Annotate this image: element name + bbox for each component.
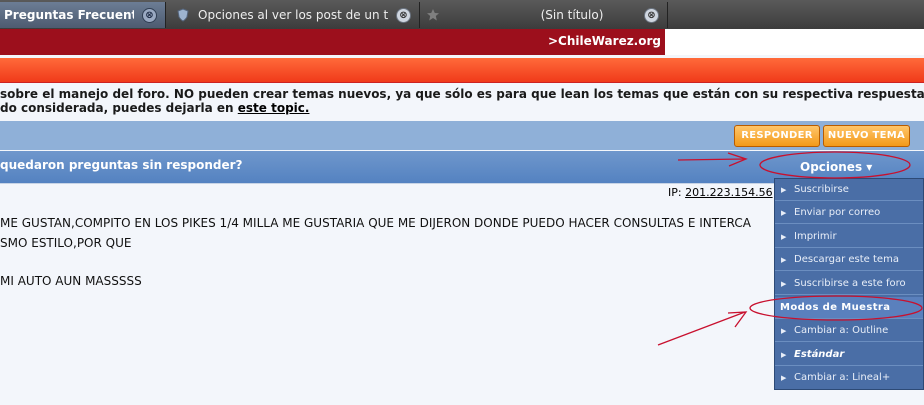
menu-item-estandar[interactable]: ▶ Estándar: [775, 344, 923, 366]
post-ip: IP: 201.223.154.56: [668, 186, 773, 199]
arrow-right-icon: ▶: [781, 186, 787, 194]
topic-controls-bar: RESPONDER NUEVO TEMA: [0, 121, 924, 150]
menu-item-imprimir[interactable]: ▶ Imprimir: [775, 226, 923, 248]
forum-nav-bar: [0, 58, 924, 83]
menu-item-label: Descargar este tema: [794, 254, 899, 265]
menu-item-enviar-por-correo[interactable]: ▶ Enviar por correo: [775, 202, 923, 224]
arrow-right-icon: ▶: [781, 280, 787, 288]
options-dropdown-button[interactable]: Opciones ▾: [800, 160, 872, 174]
arrow-right-icon: ▶: [781, 256, 787, 264]
forum-notice: sobre el manejo del foro. NO pueden crea…: [0, 84, 924, 118]
menu-item-cambiar-outline[interactable]: ▶ Cambiar a: Outline: [775, 320, 923, 342]
post-text-line-1: ME GUSTAN,COMPITO EN LOS PIKES 1/4 MILLA…: [0, 216, 752, 230]
arrow-right-icon: ▶: [781, 233, 787, 241]
arrow-right-icon: ▶: [781, 209, 787, 217]
tab-title: (Sin título): [540, 8, 604, 22]
tab-preguntas-frecuentes[interactable]: Preguntas Frecuentes ... ⊗: [0, 2, 166, 28]
menu-item-label: Estándar: [794, 349, 845, 360]
arrow-right-icon: ▶: [781, 374, 787, 382]
site-brand-bar: >ChileWarez.org: [0, 29, 665, 55]
notice-line-2: do considerada, puedes dejarla en este t…: [0, 100, 309, 116]
menu-item-descargar-tema[interactable]: ▶ Descargar este tema: [775, 249, 923, 271]
shield-icon: [176, 8, 190, 22]
menu-item-cambiar-lineal[interactable]: ▶ Cambiar a: Lineal+: [775, 367, 923, 389]
menu-item-label: Cambiar a: Outline: [794, 325, 889, 336]
options-menu: ▶ Suscribirse ▶ Enviar por correo ▶ Impr…: [774, 178, 924, 390]
arrow-right-icon: ▶: [781, 351, 787, 359]
browser-tab-bar: Preguntas Frecuentes ... ⊗ Opciones al v…: [0, 0, 924, 30]
menu-item-suscribirse-foro[interactable]: ▶ Suscribirse a este foro: [775, 273, 923, 295]
close-tab-icon[interactable]: ⊗: [396, 7, 411, 23]
reply-button[interactable]: RESPONDER: [734, 125, 820, 147]
menu-item-label: Cambiar a: Lineal+: [794, 372, 891, 383]
menu-item-suscribirse[interactable]: ▶ Suscribirse: [775, 179, 923, 201]
menu-item-label: Suscribirse a este foro: [794, 278, 906, 289]
tab-sin-titulo[interactable]: (Sin título) ⊗: [420, 2, 668, 28]
brand-bar-blank: [665, 29, 924, 55]
menu-header-modos-de-muestra: Modos de Muestra: [775, 297, 923, 319]
arrow-right-icon: ▶: [781, 327, 787, 335]
tab-title: Preguntas Frecuentes ...: [4, 8, 134, 22]
ip-label: IP:: [668, 186, 686, 199]
ip-value[interactable]: 201.223.154.56: [685, 186, 772, 199]
menu-item-label: Imprimir: [794, 231, 837, 242]
menu-item-label: Enviar por correo: [794, 207, 881, 218]
tab-title: Opciones al ver los post de un t...: [198, 8, 388, 22]
brand-link[interactable]: >ChileWarez.org: [548, 34, 661, 48]
post-text-line-3: MI AUTO AUN MASSSSS: [0, 274, 142, 288]
tab-opciones-post[interactable]: Opciones al ver los post de un t... ⊗: [170, 2, 420, 28]
star-icon: [426, 8, 440, 22]
close-tab-icon[interactable]: ⊗: [142, 7, 157, 23]
menu-item-label: Suscribirse: [794, 184, 849, 195]
este-topic-link[interactable]: este topic.: [238, 101, 310, 115]
notice-line-2-text: do considerada, puedes dejarla en: [0, 101, 238, 115]
post-text-line-2: SMO ESTILO,POR QUE: [0, 236, 132, 250]
new-topic-button[interactable]: NUEVO TEMA: [823, 125, 910, 147]
close-tab-icon[interactable]: ⊗: [644, 7, 659, 23]
menu-header-label: Modos de Muestra: [780, 302, 891, 313]
post-title: quedaron preguntas sin responder?: [0, 158, 243, 172]
